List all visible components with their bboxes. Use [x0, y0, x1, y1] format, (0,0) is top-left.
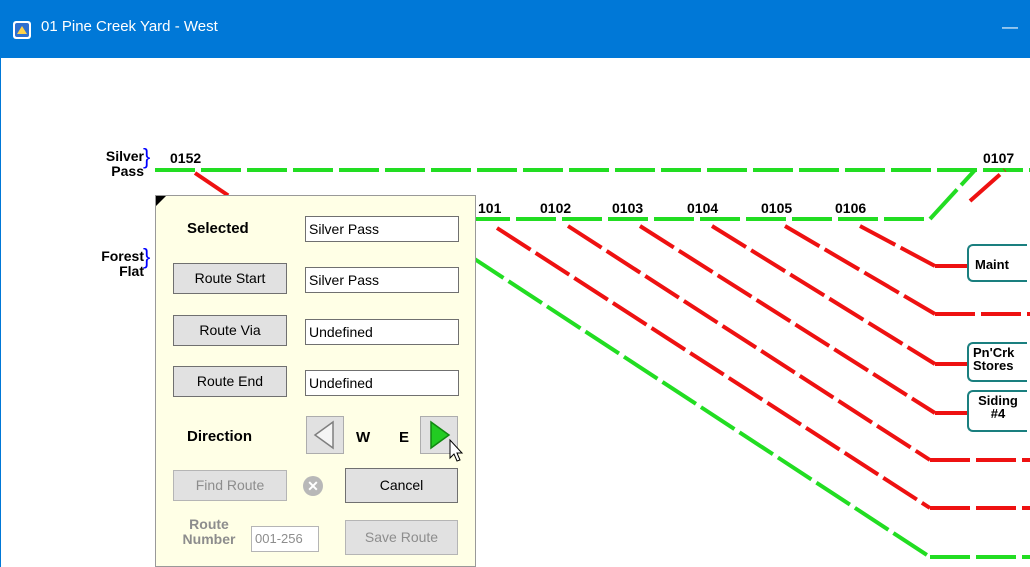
brace-forest-flat: } [143, 244, 151, 269]
destination-siding-4[interactable]: Siding #4 [967, 390, 1027, 432]
track-number-101[interactable]: 101 [478, 200, 501, 216]
track-0103-red [566, 224, 932, 462]
find-route-button[interactable]: Find Route [173, 470, 287, 501]
route-end-button[interactable]: Route End [173, 366, 287, 397]
route-end-field[interactable]: Undefined [305, 370, 459, 396]
yard-label-forest-flat: Forest Flat [101, 248, 144, 279]
west-arrow-icon [313, 420, 334, 450]
track-0106a-red [783, 224, 937, 316]
route-via-button[interactable]: Route Via [173, 315, 287, 346]
brace-silver-pass: } [143, 144, 151, 169]
track-number-0152[interactable]: 0152 [170, 150, 201, 166]
track-number-0105[interactable]: 0105 [761, 200, 792, 216]
route-number-field[interactable]: 001-256 [251, 526, 319, 552]
save-route-button[interactable]: Save Route [345, 520, 458, 555]
west-letter: W [356, 429, 371, 446]
window-title: 01 Pine Creek Yard - West [41, 18, 218, 35]
track-0104-red [638, 224, 937, 415]
route-via-field[interactable]: Undefined [305, 319, 459, 345]
clear-icon[interactable]: ✕ [303, 476, 323, 496]
route-start-field[interactable]: Silver Pass [305, 267, 459, 293]
title-bar: 01 Pine Creek Yard - West — [0, 0, 1030, 58]
destination-pncrk-stores[interactable]: Pn'Crk Stores [967, 342, 1027, 382]
panel-corner-marker [156, 196, 166, 206]
route-start-button[interactable]: Route Start [173, 263, 287, 294]
mouse-cursor-icon [449, 438, 464, 462]
cancel-button[interactable]: Cancel [345, 468, 458, 503]
route-panel: Selected Silver Pass Route Start Silver … [155, 195, 476, 567]
track-number-0106[interactable]: 0106 [835, 200, 866, 216]
track-number-0102[interactable]: 0102 [540, 200, 571, 216]
east-letter: E [399, 429, 410, 446]
route-number-label: Route Number [182, 516, 236, 547]
track-0106-red [859, 224, 936, 268]
track-0107-red [968, 168, 1007, 203]
app-icon [13, 21, 31, 39]
selected-label: Selected [187, 220, 249, 237]
direction-label: Direction [187, 428, 253, 445]
selected-field[interactable]: Silver Pass [305, 216, 459, 242]
track-forest-green [468, 254, 932, 559]
track-101-exit-green [928, 168, 977, 221]
destination-maint[interactable]: Maint [967, 244, 1027, 282]
track-number-0107[interactable]: 0107 [983, 150, 1014, 166]
yard-label-silver-pass: Silver Pass [105, 148, 144, 179]
minimize-button[interactable]: — [990, 10, 1030, 46]
west-arrow-button[interactable] [306, 416, 344, 454]
track-number-0103[interactable]: 0103 [612, 200, 643, 216]
track-number-0104[interactable]: 0104 [687, 200, 718, 216]
